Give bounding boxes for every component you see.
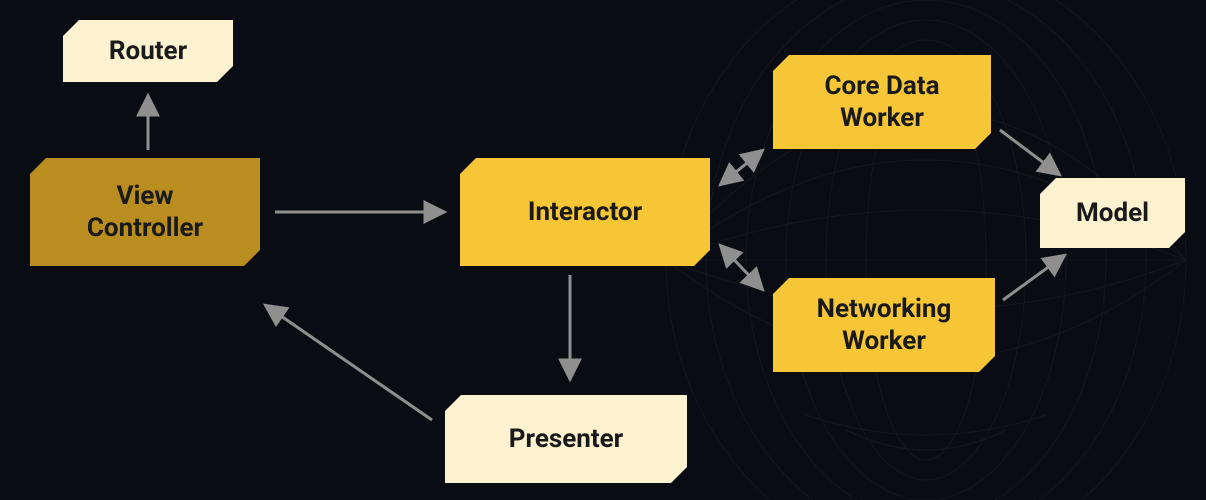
node-model: Model	[1040, 178, 1185, 248]
arrow-networking-to-model	[1003, 255, 1065, 300]
node-router: Router	[63, 20, 233, 82]
arrow-coredata-to-model	[1000, 130, 1060, 175]
arrow-presenter-to-vc	[265, 305, 432, 420]
arrow-interactor-coredata	[720, 150, 763, 185]
node-view-controller: ViewController	[30, 158, 260, 266]
node-label: Presenter	[509, 423, 623, 456]
node-networking-worker: NetworkingWorker	[773, 278, 995, 372]
node-label: Model	[1076, 197, 1149, 230]
node-label: Interactor	[528, 196, 642, 229]
arrow-interactor-networking	[720, 245, 763, 290]
node-label: NetworkingWorker	[817, 293, 952, 358]
node-label: Router	[109, 35, 187, 68]
node-label: Core DataWorker	[825, 70, 940, 135]
node-interactor: Interactor	[460, 158, 710, 266]
node-presenter: Presenter	[445, 395, 687, 483]
node-label: ViewController	[87, 180, 203, 245]
node-core-data-worker: Core DataWorker	[773, 55, 991, 149]
